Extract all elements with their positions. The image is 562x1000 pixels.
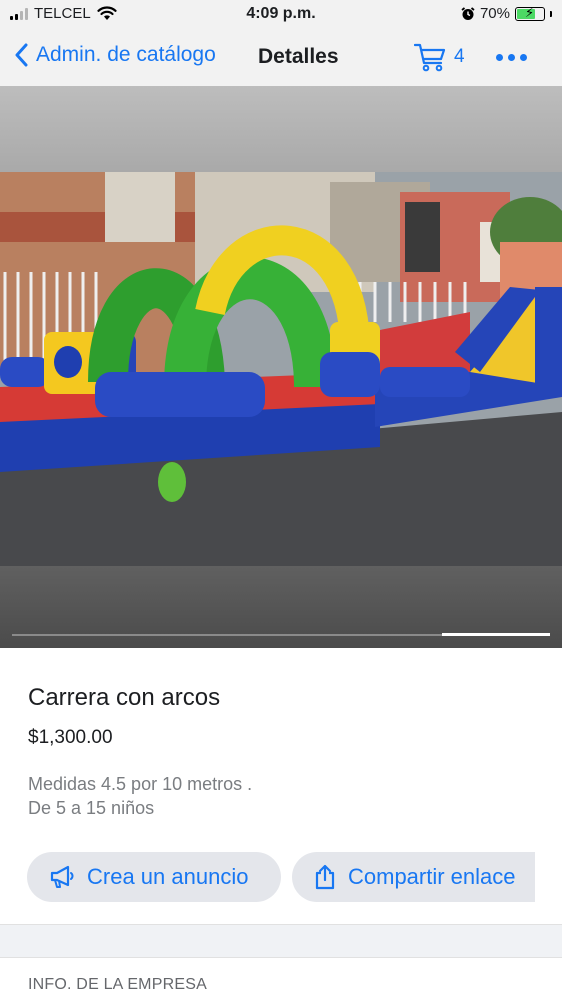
create-ad-button[interactable]: Crea un anuncio: [27, 852, 281, 902]
bouncy-obstacle-course-photo: [0, 172, 562, 566]
megaphone-icon: [50, 865, 74, 888]
cart-count: 4: [454, 46, 465, 67]
battery-tip: [550, 10, 552, 17]
nav-bar: Admin. de catálogo Detalles 4: [0, 30, 562, 86]
description-line-2: De 5 a 15 niños: [28, 798, 155, 818]
alarm-icon: [461, 6, 475, 20]
image-page-indicator-active: [442, 633, 550, 636]
status-bar: TELCEL 4:09 p.m. 70% ⚡: [0, 0, 562, 30]
product-description: Medidas 4.5 por 10 metros . De 5 a 15 ni…: [28, 772, 252, 820]
battery-charging-icon: ⚡: [515, 5, 545, 21]
description-line-1: Medidas 4.5 por 10 metros .: [28, 774, 253, 794]
company-info-header: INFO. DE LA EMPRESA: [28, 976, 207, 993]
create-ad-label: Crea un anuncio: [87, 864, 249, 889]
page-title: Detalles: [258, 45, 339, 68]
product-image-gallery[interactable]: [0, 86, 562, 648]
more-icon[interactable]: [496, 54, 527, 61]
status-right: 70% ⚡: [461, 5, 552, 22]
gallery-top-shade: [0, 86, 562, 172]
share-icon: [315, 864, 335, 890]
back-button[interactable]: Admin. de catálogo: [14, 43, 216, 67]
battery-percent: 70%: [479, 5, 510, 22]
share-link-label: Compartir enlace: [348, 864, 516, 889]
cart-icon: [414, 43, 446, 72]
section-divider: [0, 924, 562, 958]
back-label: Admin. de catálogo: [36, 43, 216, 66]
chevron-left-icon: [15, 43, 28, 67]
share-link-button[interactable]: Compartir enlace: [292, 852, 535, 902]
product-title: Carrera con arcos: [28, 684, 221, 711]
cart-button[interactable]: 4: [414, 42, 465, 72]
product-price: $1,300.00: [28, 727, 113, 748]
image-page-indicator: [12, 633, 550, 636]
